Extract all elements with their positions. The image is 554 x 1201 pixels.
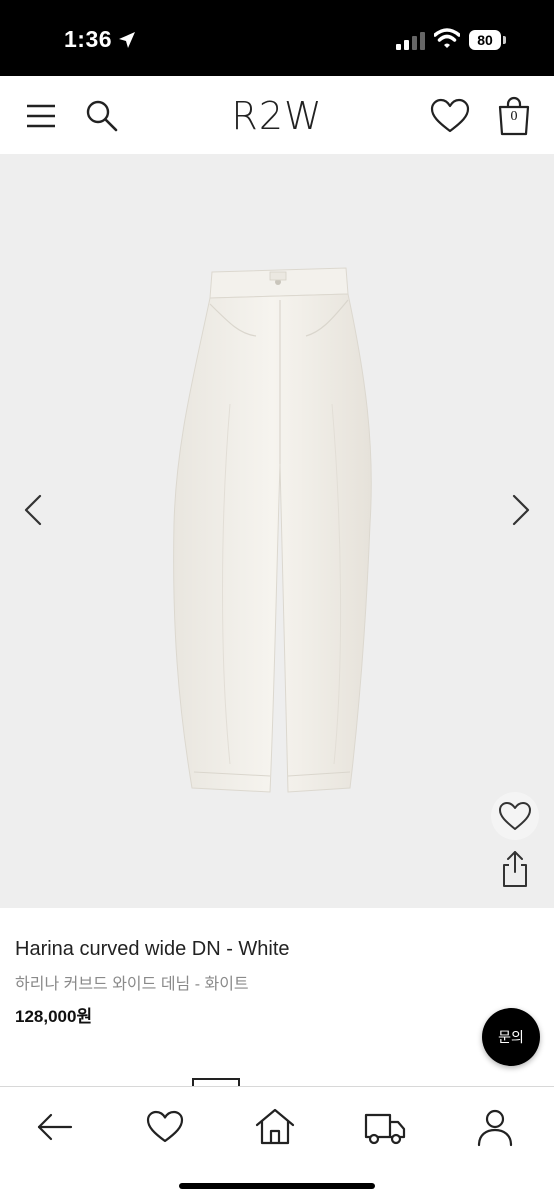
product-image	[173, 267, 372, 793]
product-price: 128,000원	[15, 1007, 93, 1026]
home-indicator	[179, 1183, 375, 1189]
product-image-gallery[interactable]	[0, 154, 554, 908]
battery-level: 80	[469, 30, 501, 50]
cart-count: 0	[510, 109, 518, 124]
app-header: R2W 0	[0, 76, 554, 154]
delivery-truck-icon[interactable]	[363, 1105, 407, 1149]
product-name-korean: 하리나 커브드 와이드 데님 - 화이트	[15, 976, 249, 993]
heart-icon[interactable]	[430, 98, 470, 134]
battery-indicator: 80	[469, 30, 506, 52]
wishlist-button[interactable]	[491, 792, 539, 840]
cellular-signal-icon	[396, 32, 425, 50]
battery-cap	[503, 36, 506, 44]
share-icon[interactable]	[495, 848, 535, 890]
location-arrow-icon	[119, 32, 135, 48]
chevron-left-icon[interactable]	[20, 492, 46, 528]
wifi-icon	[434, 28, 460, 48]
home-icon[interactable]	[253, 1105, 297, 1149]
chevron-right-icon[interactable]	[508, 492, 534, 528]
product-name: Harina curved wide DN - White	[15, 938, 290, 960]
user-icon[interactable]	[473, 1105, 517, 1149]
brand-logo[interactable]: R2W	[0, 94, 554, 138]
heart-icon	[499, 802, 531, 830]
inquiry-button[interactable]: 문의	[482, 1008, 540, 1066]
back-arrow-icon[interactable]	[33, 1105, 77, 1149]
status-bar: 1:36 80	[0, 0, 554, 76]
heart-icon[interactable]	[143, 1105, 187, 1149]
status-time: 1:36	[64, 26, 113, 52]
